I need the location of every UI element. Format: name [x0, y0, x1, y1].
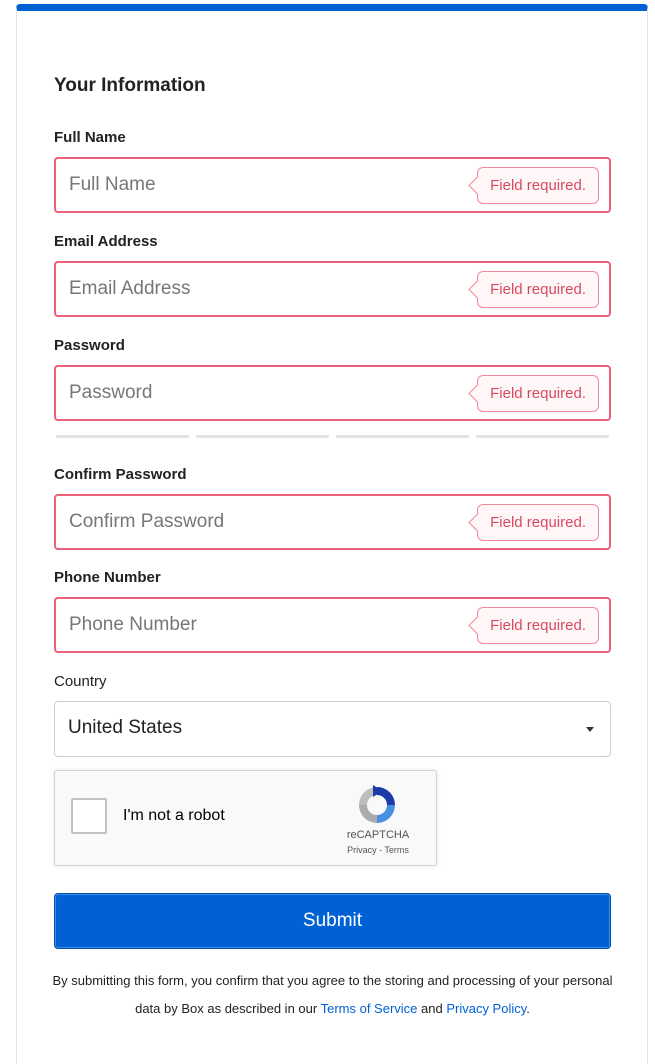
- strength-segment: [476, 435, 609, 438]
- email-field-container: Field required.: [54, 261, 611, 317]
- full-name-error-tooltip: Field required.: [477, 167, 599, 204]
- section-title: Your Information: [54, 75, 206, 96]
- password-label: Password: [54, 337, 125, 354]
- phone-label: Phone Number: [54, 569, 161, 586]
- phone-error-tooltip: Field required.: [477, 607, 599, 644]
- submit-button[interactable]: Submit: [54, 893, 611, 949]
- consent-disclaimer: By submitting this form, you confirm tha…: [40, 967, 625, 1023]
- confirm-password-label: Confirm Password: [54, 466, 187, 483]
- password-error-tooltip: Field required.: [477, 375, 599, 412]
- full-name-label: Full Name: [54, 129, 126, 146]
- country-selected-value: United States: [68, 717, 183, 738]
- confirm-password-field-container: Field required.: [54, 494, 611, 550]
- phone-field-container: Field required.: [54, 597, 611, 653]
- country-label: Country: [54, 673, 107, 690]
- strength-segment: [336, 435, 469, 438]
- recaptcha-label: I'm not a robot: [123, 807, 225, 824]
- strength-segment: [56, 435, 189, 438]
- recaptcha-checkbox[interactable]: [71, 798, 107, 834]
- disclaimer-and: and: [417, 1001, 447, 1016]
- strength-segment: [196, 435, 329, 438]
- recaptcha-widget: I'm not a robot reCAPTCHA Privacy - Term…: [54, 770, 437, 866]
- password-strength-meter: [56, 435, 609, 438]
- caret-down-icon: [586, 727, 594, 732]
- full-name-field-container: Field required.: [54, 157, 611, 213]
- email-error-tooltip: Field required.: [477, 271, 599, 308]
- privacy-policy-link[interactable]: Privacy Policy: [446, 1001, 526, 1016]
- confirm-password-error-tooltip: Field required.: [477, 504, 599, 541]
- recaptcha-logo-icon: [359, 785, 395, 823]
- recaptcha-privacy-terms-link[interactable]: Privacy - Terms: [338, 845, 418, 855]
- email-label: Email Address: [54, 233, 158, 250]
- country-select[interactable]: United States: [54, 701, 611, 757]
- signup-card: Your Information Full Name Field require…: [16, 4, 648, 1064]
- recaptcha-brand: reCAPTCHA: [346, 829, 410, 841]
- disclaimer-period: .: [526, 1001, 530, 1016]
- password-field-container: Field required.: [54, 365, 611, 421]
- terms-of-service-link[interactable]: Terms of Service: [321, 1001, 418, 1016]
